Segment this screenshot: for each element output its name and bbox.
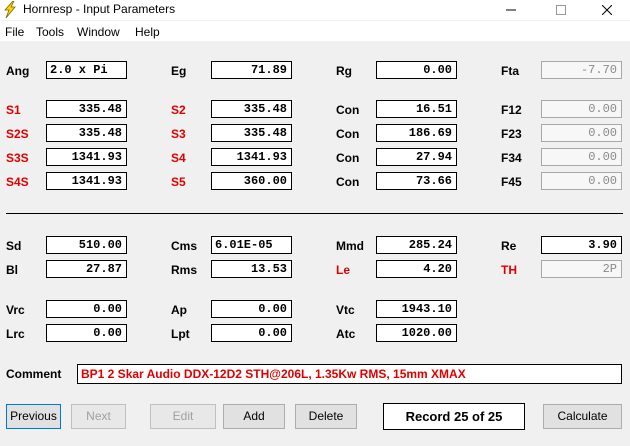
field-con-1[interactable]: 16.51	[376, 100, 457, 118]
label-lpt: Lpt	[171, 327, 190, 341]
label-con-2: Con	[336, 127, 360, 141]
label-s4: S4	[171, 151, 186, 165]
field-fta: -7.70	[541, 61, 622, 79]
close-button[interactable]	[584, 0, 630, 20]
field-s3s[interactable]: 1341.93	[46, 148, 127, 166]
field-ap[interactable]: 0.00	[211, 300, 292, 318]
label-f12: F12	[501, 103, 522, 117]
field-s4s[interactable]: 1341.93	[46, 172, 127, 190]
label-th: TH	[501, 263, 517, 277]
field-mmd[interactable]: 285.24	[376, 236, 457, 254]
label-s2: S2	[171, 103, 186, 117]
minimize-icon	[506, 9, 516, 11]
label-s2s: S2S	[6, 127, 29, 141]
field-con-2[interactable]: 186.69	[376, 124, 457, 142]
field-th: 2P	[541, 260, 622, 278]
field-lrc[interactable]: 0.00	[46, 324, 127, 342]
field-f34: 0.00	[541, 148, 622, 166]
label-vrc: Vrc	[6, 303, 25, 317]
label-fta: Fta	[501, 64, 519, 78]
close-icon	[602, 5, 612, 15]
label-lrc: Lrc	[6, 327, 25, 341]
label-le: Le	[336, 263, 351, 277]
menu-window[interactable]: Window	[77, 25, 120, 39]
calculate-button[interactable]: Calculate	[543, 404, 622, 429]
label-bl: Bl	[6, 263, 18, 277]
label-ang: Ang	[6, 64, 30, 78]
maximize-icon	[556, 5, 566, 15]
window-title: Hornresp - Input Parameters	[23, 2, 176, 16]
field-rms[interactable]: 13.53	[211, 260, 292, 278]
label-atc: Atc	[336, 327, 356, 341]
field-le[interactable]: 4.20	[376, 260, 457, 278]
label-eg: Eg	[171, 64, 187, 78]
field-vtc[interactable]: 1943.10	[376, 300, 457, 318]
label-f34: F34	[501, 151, 522, 165]
field-f23: 0.00	[541, 124, 622, 142]
field-re[interactable]: 3.90	[541, 236, 622, 254]
label-s3: S3	[171, 127, 186, 141]
section-divider	[6, 213, 623, 214]
label-f45: F45	[501, 175, 522, 189]
label-cms: Cms	[171, 239, 198, 253]
field-bl[interactable]: 27.87	[46, 260, 127, 278]
field-s3[interactable]: 335.48	[211, 124, 292, 142]
field-cms[interactable]: 6.01E-05	[211, 236, 292, 254]
field-con-4[interactable]: 73.66	[376, 172, 457, 190]
label-sd: Sd	[6, 239, 22, 253]
field-atc[interactable]: 1020.00	[376, 324, 457, 342]
label-con-3: Con	[336, 151, 360, 165]
next-button[interactable]: Next	[71, 404, 126, 429]
field-s5[interactable]: 360.00	[211, 172, 292, 190]
comment-input[interactable]: BP1 2 Skar Audio DDX-12D2 STH@206L, 1.35…	[77, 364, 622, 384]
field-vrc[interactable]: 0.00	[46, 300, 127, 318]
field-ang[interactable]: 2.0 x Pi	[46, 61, 127, 79]
label-re: Re	[501, 239, 517, 253]
label-con-1: Con	[336, 103, 360, 117]
field-con-3[interactable]: 27.94	[376, 148, 457, 166]
delete-button[interactable]: Delete	[295, 404, 357, 429]
field-f45: 0.00	[541, 172, 622, 190]
menu-bar: File Tools Window Help	[0, 21, 630, 41]
field-eg[interactable]: 71.89	[211, 61, 292, 79]
menu-file[interactable]: File	[5, 25, 24, 39]
label-mmd: Mmd	[336, 239, 364, 253]
label-rms: Rms	[171, 263, 198, 277]
field-lpt[interactable]: 0.00	[211, 324, 292, 342]
label-ap: Ap	[171, 303, 187, 317]
label-f23: F23	[501, 127, 522, 141]
label-rg: Rg	[336, 64, 352, 78]
field-f12: 0.00	[541, 100, 622, 118]
menu-help[interactable]: Help	[135, 25, 160, 39]
label-s3s: S3S	[6, 151, 29, 165]
label-s4s: S4S	[6, 175, 29, 189]
maximize-button[interactable]	[538, 0, 584, 20]
previous-button[interactable]: Previous	[6, 404, 61, 429]
minimize-button[interactable]	[488, 0, 534, 20]
field-s2[interactable]: 335.48	[211, 100, 292, 118]
field-sd[interactable]: 510.00	[46, 236, 127, 254]
record-indicator: Record 25 of 25	[383, 403, 525, 430]
lightning-bolt-icon	[4, 1, 16, 18]
title-bar: Hornresp - Input Parameters	[0, 0, 630, 20]
label-s5: S5	[171, 175, 186, 189]
field-rg[interactable]: 0.00	[376, 61, 457, 79]
label-comment: Comment	[6, 367, 62, 381]
field-s4[interactable]: 1341.93	[211, 148, 292, 166]
edit-button[interactable]: Edit	[150, 404, 216, 429]
field-s2s[interactable]: 335.48	[46, 124, 127, 142]
label-vtc: Vtc	[336, 303, 355, 317]
label-s1: S1	[6, 103, 21, 117]
add-button[interactable]: Add	[223, 404, 285, 429]
menu-tools[interactable]: Tools	[36, 25, 64, 39]
label-con-4: Con	[336, 175, 360, 189]
field-s1[interactable]: 335.48	[46, 100, 127, 118]
